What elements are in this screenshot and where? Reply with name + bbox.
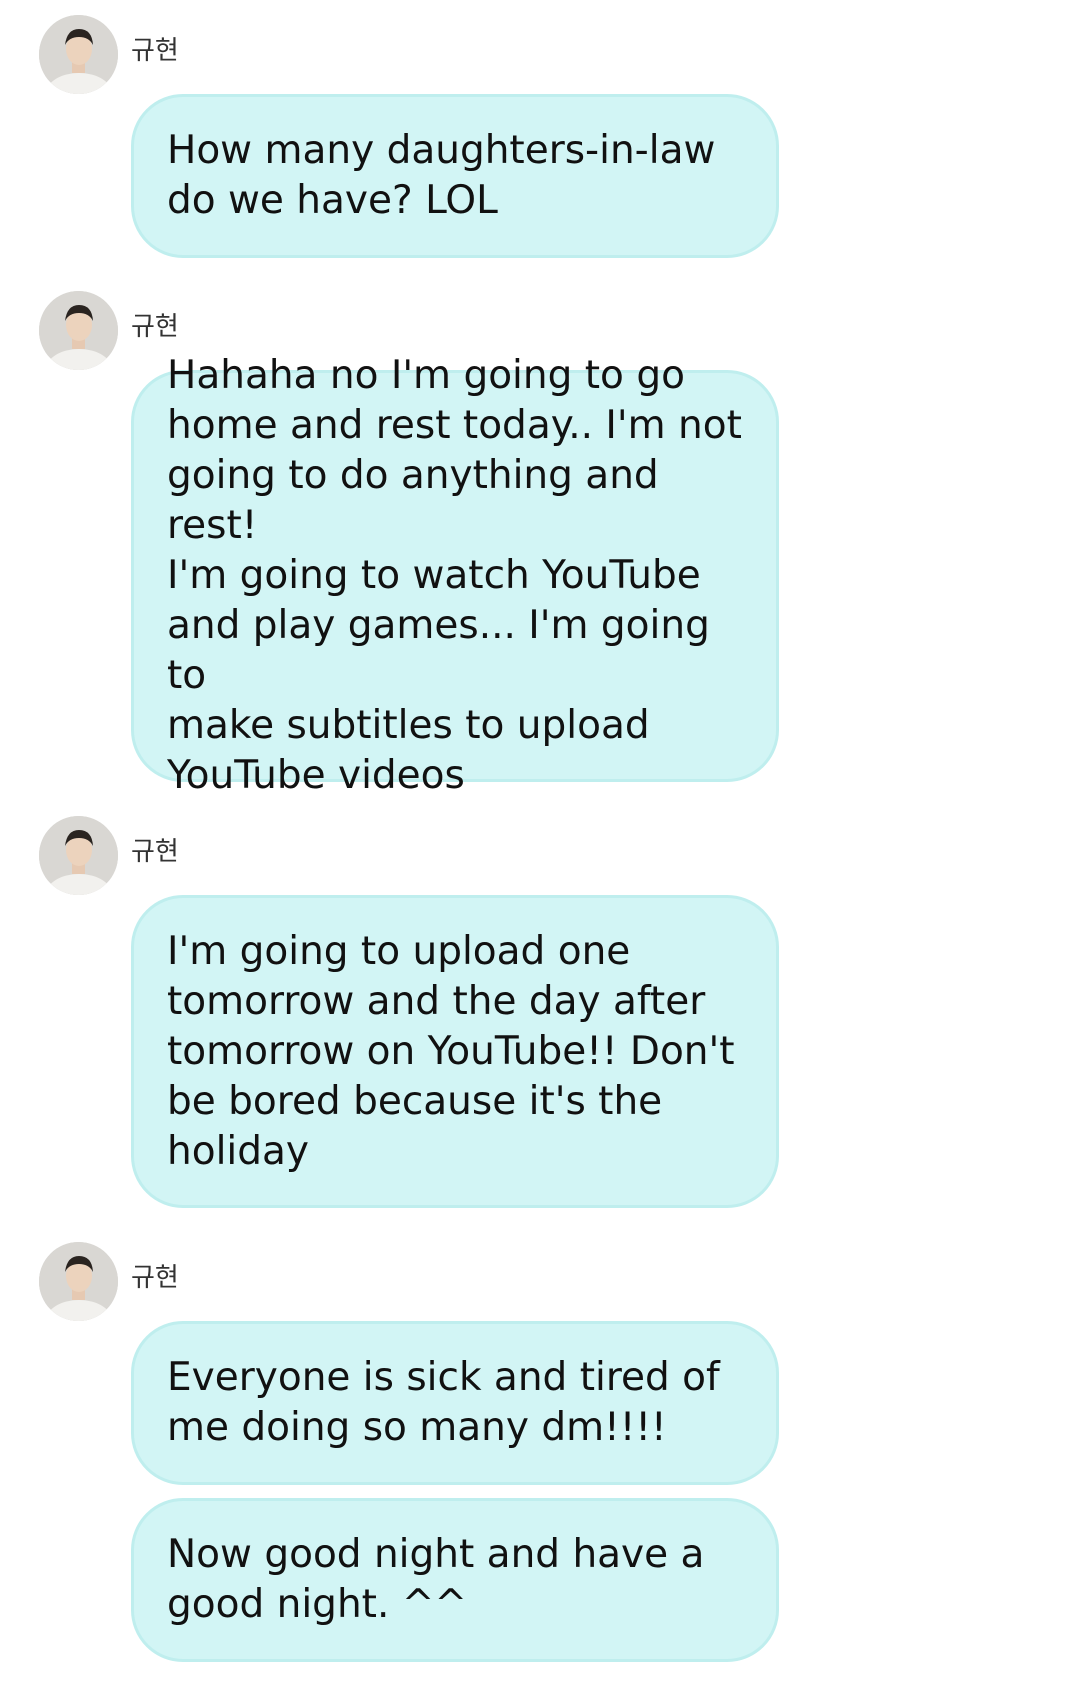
sender-avatar[interactable] [39, 15, 118, 94]
chat-thread: 규현 How many daughters-in-law do we have?… [0, 0, 1080, 1696]
message-text: Hahaha no I'm going to go home and rest … [167, 353, 742, 798]
sender-avatar[interactable] [39, 1242, 118, 1321]
sender-name: 규현 [131, 837, 179, 867]
message-bubble[interactable]: Now good night and have a good night. ^^ [131, 1498, 779, 1662]
sender-name: 규현 [131, 1263, 179, 1293]
sender-name: 규현 [131, 312, 179, 342]
message-text: Now good night and have a good night. ^^ [167, 1532, 705, 1627]
sender-name: 규현 [131, 36, 179, 66]
message-text: I'm going to upload one tomorrow and the… [167, 928, 735, 1174]
message-bubble[interactable]: Hahaha no I'm going to go home and rest … [131, 353, 779, 798]
message-text: How many daughters-in-law do we have? LO… [167, 128, 716, 223]
message-text: Everyone is sick and tired of me doing s… [167, 1355, 720, 1450]
message-bubble[interactable]: How many daughters-in-law do we have? LO… [131, 94, 779, 258]
sender-avatar[interactable] [39, 291, 118, 370]
message-bubble[interactable]: Everyone is sick and tired of me doing s… [131, 1321, 779, 1485]
message-bubble[interactable]: I'm going to upload one tomorrow and the… [131, 895, 779, 1208]
sender-avatar[interactable] [39, 816, 118, 895]
